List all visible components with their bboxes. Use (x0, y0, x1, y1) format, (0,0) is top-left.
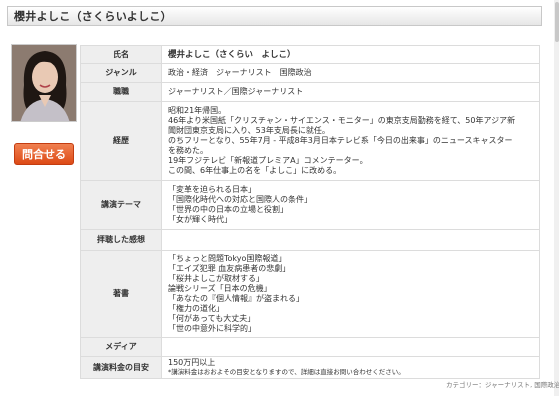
theme-item: 「変革を迫られる日本」 (168, 185, 256, 194)
career-line: 19年フジテレビ「新報道プレミアA」コメンテーター。 (168, 156, 368, 165)
speaker-photo (11, 44, 77, 122)
row-value-impressions (161, 229, 540, 251)
theme-item: 「国際化時代への対応と国際人の条件」 (168, 195, 312, 204)
table-row: 職職 ジャーナリスト／国際ジャーナリスト (80, 82, 540, 102)
page-title: 櫻井よしこ（さくらいよしこ） (7, 6, 542, 26)
row-label-fee: 講演料金の目安 (80, 356, 162, 379)
table-row: ジャンル 政治・経済 ジャーナリスト 国際政治 (80, 63, 540, 83)
career-line: この間、6年仕事上の名を「よしこ」に改める。 (168, 166, 342, 175)
row-label-position: 職職 (80, 82, 162, 102)
row-value-genre: 政治・経済 ジャーナリスト 国際政治 (161, 63, 540, 83)
fee-note: *講演料金はおおよその目安となりますので、詳細は直接お問い合わせください。 (168, 368, 405, 376)
scrollbar[interactable] (554, 0, 559, 396)
row-label-themes: 講演テーマ (80, 180, 162, 230)
table-row: 講演料金の目安 150万円以上 *講演料金はおおよその目安となりますので、詳細は… (80, 356, 540, 379)
theme-item: 「世界の中の日本の立場と役割」 (168, 205, 288, 214)
row-value-works: 「ちょっと問題Tokyo国際報道」 「エイズ犯罪 血友病患者の悲劇」 「桜井よし… (161, 250, 540, 338)
row-label-genre: ジャンル (80, 63, 162, 83)
row-value-position: ジャーナリスト／国際ジャーナリスト (161, 82, 540, 102)
book-item: 「あなたの『個人情報』が盗まれる」 (168, 294, 304, 303)
table-row: 経歴 昭和21年帰国。 46年より米国紙「クリスチャン・サイエンス・モニター」の… (80, 101, 540, 181)
table-row: 講演テーマ 「変革を迫られる日本」 「国際化時代への対応と国際人の条件」 「世界… (80, 180, 540, 230)
table-row: メディア (80, 337, 540, 357)
row-label-impressions: 拝聴した感想 (80, 229, 162, 251)
book-item: 論戦シリーズ「日本の危機」 (168, 284, 272, 293)
book-item: 「エイズ犯罪 血友病患者の悲劇」 (168, 264, 291, 273)
row-value-themes: 「変革を迫られる日本」 「国際化時代への対応と国際人の条件」 「世界の中の日本の… (161, 180, 540, 230)
theme-item: 「女が輝く時代」 (168, 215, 232, 224)
scrollbar-thumb[interactable] (555, 2, 559, 42)
row-label-career: 経歴 (80, 101, 162, 181)
row-label-name: 氏名 (80, 45, 162, 64)
career-line: 聞財団東京支局に入り、53年支局長に就任。 (168, 126, 330, 135)
row-value-career: 昭和21年帰国。 46年より米国紙「クリスチャン・サイエンス・モニター」の東京支… (161, 101, 540, 181)
table-row: 氏名 櫻井よしこ（さくらい よしこ） (80, 45, 540, 64)
book-item: 「何があっても大丈夫」 (168, 314, 256, 323)
fee-amount: 150万円以上 (168, 358, 216, 367)
career-line: のちフリーとなり、55年7月 - 平成8年3月日本テレビ系「今日の出来事」のニュ… (168, 136, 513, 145)
row-value-name: 櫻井よしこ（さくらい よしこ） (161, 45, 540, 64)
category-links[interactable]: カテゴリー：ジャーナリスト, 国際政治 (446, 379, 559, 389)
career-line: を務めた。 (168, 146, 208, 155)
row-value-fee: 150万円以上 *講演料金はおおよその目安となりますので、詳細は直接お問い合わせ… (161, 356, 540, 379)
row-value-media (161, 337, 540, 357)
book-item: 「権力の道化」 (168, 304, 224, 313)
book-item: 「桜井よしこが取材する」 (168, 274, 264, 283)
row-label-works: 著書 (80, 250, 162, 338)
contact-button[interactable]: 問合せる (14, 143, 74, 165)
career-line: 46年より米国紙「クリスチャン・サイエンス・モニター」の東京支局勤務を経て、50… (168, 116, 516, 125)
row-label-media: メディア (80, 337, 162, 357)
table-row: 拝聴した感想 (80, 229, 540, 251)
table-row: 著書 「ちょっと問題Tokyo国際報道」 「エイズ犯罪 血友病患者の悲劇」 「桜… (80, 250, 540, 338)
book-item: 「ちょっと問題Tokyo国際報道」 (168, 254, 287, 263)
speaker-name: 櫻井よしこ（さくらい よしこ） (168, 49, 296, 60)
profile-table: 氏名 櫻井よしこ（さくらい よしこ） ジャンル 政治・経済 ジャーナリスト 国際… (80, 45, 540, 379)
book-item: 「世の中意外に科学的」 (168, 324, 256, 333)
career-line: 昭和21年帰国。 (168, 106, 227, 115)
